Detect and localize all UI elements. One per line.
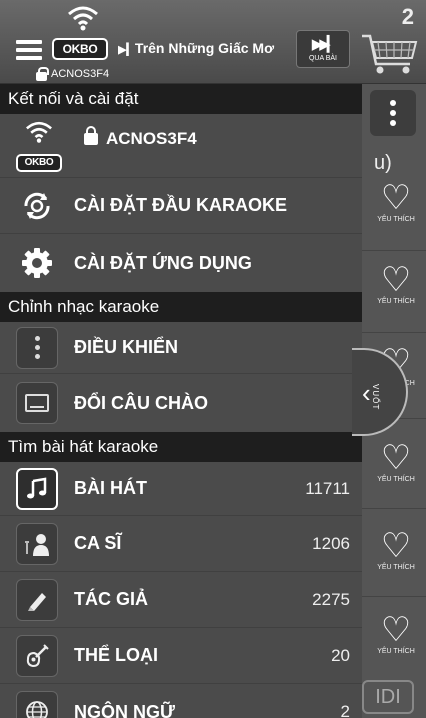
network-name: ACNOS3F4 bbox=[51, 68, 110, 80]
globe-icon bbox=[16, 691, 58, 718]
genres-label: THỂ LOẠI bbox=[74, 645, 158, 665]
wifi-icon bbox=[26, 121, 52, 143]
okbo-logo: OKBO bbox=[52, 38, 108, 60]
menu-item-greeting[interactable]: ĐỔI CÂU CHÀO bbox=[0, 374, 362, 432]
menu-item-genres[interactable]: THỂ LOẠI 20 bbox=[0, 628, 362, 684]
lock-icon bbox=[36, 66, 49, 81]
songs-count: 11711 bbox=[305, 478, 350, 498]
favorite-button[interactable]: ♡YÊU THÍCH bbox=[372, 262, 420, 320]
favorite-label: YÊU THÍCH bbox=[377, 216, 415, 223]
skip-label: QUA BÀI bbox=[308, 54, 337, 62]
gear-icon bbox=[14, 240, 60, 286]
heart-icon: ♡ bbox=[380, 261, 412, 299]
player-settings-label: CÀI ĐẶT ĐẦU KARAOKE bbox=[74, 195, 287, 215]
row-divider bbox=[360, 596, 426, 597]
network-indicator: ACNOS3F4 bbox=[36, 66, 109, 82]
menu-item-app-settings[interactable]: CÀI ĐẶT ỨNG DỤNG bbox=[0, 234, 362, 292]
wifi-icon bbox=[66, 2, 100, 32]
lock-icon bbox=[84, 126, 98, 146]
skip-forward-icon: ▶▶▎ bbox=[311, 35, 339, 53]
side-drawer: Kết nối và cài đặt OKBO ACNOS3F4 CÀI ĐẶT… bbox=[0, 84, 362, 718]
row-divider bbox=[360, 508, 426, 509]
background-partial-text: u) bbox=[374, 152, 392, 174]
heart-icon: ♡ bbox=[380, 611, 412, 649]
languages-label: NGÔN NGỮ bbox=[74, 701, 175, 718]
menu-item-singers[interactable]: CA SĨ 1206 bbox=[0, 516, 362, 572]
menu-item-songs[interactable]: BÀI HÁT 11711 bbox=[0, 462, 362, 516]
swipe-label: VUỐT bbox=[371, 384, 380, 411]
favorite-button[interactable]: ♡YÊU THÍCH bbox=[372, 440, 420, 498]
queue-count: 2 bbox=[401, 4, 414, 29]
favorite-label: YÊU THÍCH bbox=[377, 564, 415, 571]
hamburger-icon[interactable] bbox=[16, 40, 42, 60]
singers-count: 1206 bbox=[312, 533, 350, 553]
more-options-button[interactable] bbox=[370, 90, 416, 136]
heart-icon: ♡ bbox=[380, 527, 412, 565]
menu-item-player-settings[interactable]: CÀI ĐẶT ĐẦU KARAOKE bbox=[0, 178, 362, 234]
languages-count: 2 bbox=[340, 702, 350, 718]
favorite-label: YÊU THÍCH bbox=[377, 298, 415, 305]
top-bar: OKBO ACNOS3F4 ▶▎Trên Những Giấc Mơ ▶▶▎ Q… bbox=[0, 0, 426, 84]
connection-label: ACNOS3F4 bbox=[84, 126, 362, 149]
control-label: ĐIỀU KHIỂN bbox=[74, 337, 179, 357]
app-root: OKBO ACNOS3F4 ▶▎Trên Những Giấc Mơ ▶▶▎ Q… bbox=[0, 0, 426, 718]
greeting-label: ĐỔI CÂU CHÀO bbox=[74, 392, 208, 413]
chevron-left-icon: ‹ bbox=[362, 378, 371, 408]
favorite-label: YÊU THÍCH bbox=[377, 648, 415, 655]
tv-icon bbox=[16, 382, 58, 424]
connection-icon: OKBO bbox=[16, 118, 64, 174]
guitar-icon bbox=[16, 634, 58, 677]
now-playing-text: Trên Những Giấc Mơ bbox=[134, 40, 275, 56]
composers-count: 2275 bbox=[312, 589, 350, 609]
queue-cart-button[interactable]: 2 bbox=[358, 2, 420, 76]
connection-item[interactable]: OKBO ACNOS3F4 bbox=[0, 114, 362, 178]
connection-network-name: ACNOS3F4 bbox=[106, 128, 197, 148]
section-header-control: Chỉnh nhạc karaoke bbox=[0, 292, 362, 322]
row-divider bbox=[360, 250, 426, 251]
section-header-connect: Kết nối và cài đặt bbox=[0, 84, 362, 114]
heart-icon: ♡ bbox=[380, 179, 412, 217]
pen-icon bbox=[16, 578, 58, 621]
menu-item-composers[interactable]: TÁC GIẢ 2275 bbox=[0, 572, 362, 628]
vertical-dots-icon bbox=[16, 326, 58, 369]
music-note-icon bbox=[16, 467, 58, 510]
favorite-label: YÊU THÍCH bbox=[377, 476, 415, 483]
section-header-search: Tìm bài hát karaoke bbox=[0, 432, 362, 462]
sync-settings-icon bbox=[14, 183, 60, 229]
idi-button[interactable]: IDI bbox=[362, 680, 414, 714]
singer-icon bbox=[16, 522, 58, 565]
singers-label: CA SĨ bbox=[74, 533, 122, 553]
menu-item-control[interactable]: ĐIỀU KHIỂN bbox=[0, 322, 362, 374]
composers-label: TÁC GIẢ bbox=[74, 589, 148, 609]
favorite-button[interactable]: ♡YÊU THÍCH bbox=[372, 528, 420, 586]
genres-count: 20 bbox=[331, 645, 350, 665]
now-playing-title[interactable]: ▶▎Trên Những Giấc Mơ bbox=[118, 40, 290, 56]
heart-icon: ♡ bbox=[380, 439, 412, 477]
favorite-button[interactable]: ♡YÊU THÍCH bbox=[372, 612, 420, 670]
skip-song-button[interactable]: ▶▶▎ QUA BÀI bbox=[296, 30, 350, 68]
now-playing-icon: ▶▎ bbox=[118, 44, 135, 56]
songs-label: BÀI HÁT bbox=[74, 478, 147, 498]
favorite-button[interactable]: ♡YÊU THÍCH bbox=[372, 180, 420, 238]
row-divider bbox=[360, 332, 426, 333]
okbo-logo: OKBO bbox=[16, 153, 62, 172]
menu-item-languages[interactable]: NGÔN NGỮ 2 bbox=[0, 684, 362, 718]
app-settings-label: CÀI ĐẶT ỨNG DỤNG bbox=[74, 252, 252, 273]
